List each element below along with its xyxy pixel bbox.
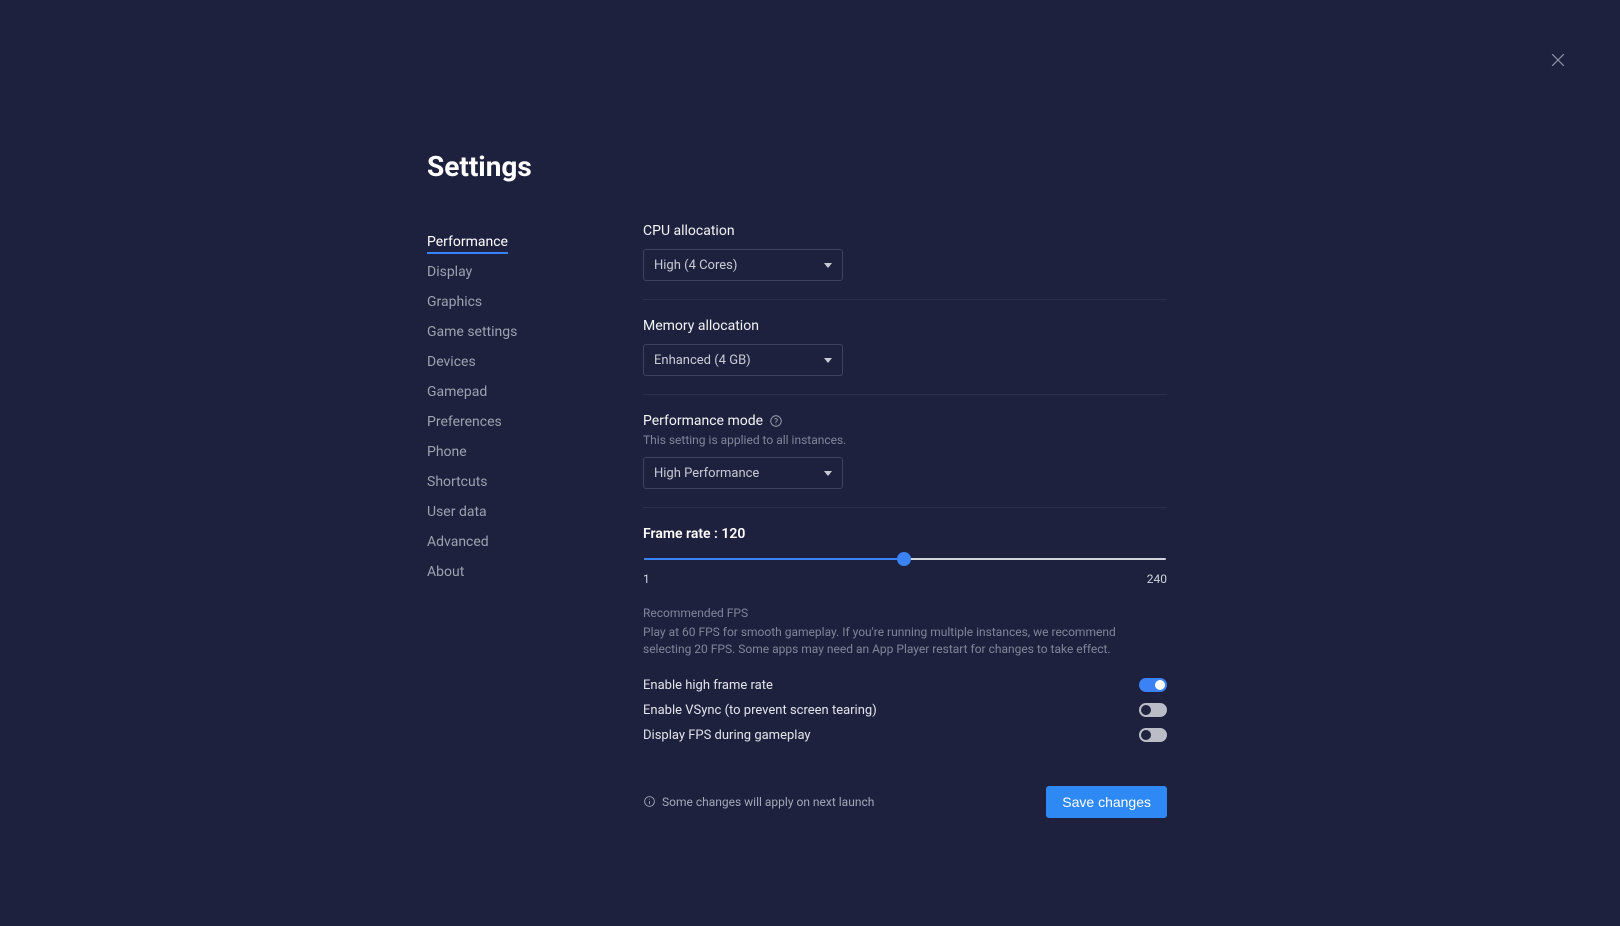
toggle-high-fps[interactable] [1139,678,1167,692]
sidebar-item-about[interactable]: About [427,557,643,587]
performance-mode-label-text: Performance mode [643,413,763,429]
toggle-label-vsync: Enable VSync (to prevent screen tearing) [643,703,877,718]
help-icon[interactable] [769,414,783,428]
recommended-fps-heading: Recommended FPS [643,606,1167,620]
frame-rate-section: Frame rate : 120 1 240 Recommended FPS P… [643,526,1167,836]
sidebar-item-game-settings[interactable]: Game settings [427,317,643,347]
performance-mode-label: Performance mode [643,413,1167,429]
sidebar-item-label: Game settings [427,324,517,340]
sidebar-item-label: Advanced [427,534,489,550]
memory-allocation-value: Enhanced (4 GB) [654,353,751,368]
toggle-label-high-fps: Enable high frame rate [643,678,773,693]
caret-down-icon [824,358,832,363]
sidebar-item-label: About [427,564,464,580]
sidebar-item-preferences[interactable]: Preferences [427,407,643,437]
page-title: Settings [427,150,1167,183]
memory-allocation-section: Memory allocation Enhanced (4 GB) [643,318,1167,395]
performance-mode-value: High Performance [654,466,759,481]
sidebar-item-devices[interactable]: Devices [427,347,643,377]
settings-sidebar: Performance Display Graphics Game settin… [427,223,643,854]
sidebar-item-label: Performance [427,234,508,254]
memory-allocation-select[interactable]: Enhanced (4 GB) [643,344,843,376]
sidebar-item-gamepad[interactable]: Gamepad [427,377,643,407]
info-icon [643,795,656,808]
toggle-label-show-fps: Display FPS during gameplay [643,728,811,743]
footer-note-text: Some changes will apply on next launch [662,795,874,809]
cpu-allocation-section: CPU allocation High (4 Cores) [643,223,1167,300]
caret-down-icon [824,263,832,268]
frame-rate-label-prefix: Frame rate : [643,526,721,542]
sidebar-item-phone[interactable]: Phone [427,437,643,467]
performance-mode-sublabel: This setting is applied to all instances… [643,433,1167,447]
frame-rate-slider[interactable] [644,552,1166,566]
toggle-show-fps[interactable] [1139,728,1167,742]
performance-mode-section: Performance mode This setting is applied… [643,413,1167,508]
sidebar-item-label: Display [427,264,472,280]
cpu-allocation-value: High (4 Cores) [654,258,737,273]
slider-fill [644,558,904,560]
frame-rate-min: 1 [643,572,650,586]
sidebar-item-label: Gamepad [427,384,487,400]
sidebar-item-advanced[interactable]: Advanced [427,527,643,557]
frame-rate-value: 120 [721,526,745,542]
sidebar-item-label: Preferences [427,414,502,430]
toggle-row-high-fps: Enable high frame rate [643,673,1167,698]
slider-thumb[interactable] [897,552,911,566]
toggle-vsync[interactable] [1139,703,1167,717]
memory-allocation-label: Memory allocation [643,318,1167,334]
caret-down-icon [824,471,832,476]
sidebar-item-label: Shortcuts [427,474,488,490]
sidebar-item-display[interactable]: Display [427,257,643,287]
save-changes-button[interactable]: Save changes [1046,786,1167,818]
sidebar-item-label: Devices [427,354,476,370]
performance-mode-select[interactable]: High Performance [643,457,843,489]
settings-content: CPU allocation High (4 Cores) Memory all… [643,223,1167,854]
sidebar-item-shortcuts[interactable]: Shortcuts [427,467,643,497]
recommended-fps-body: Play at 60 FPS for smooth gameplay. If y… [643,624,1167,659]
footer-note: Some changes will apply on next launch [643,795,874,809]
sidebar-item-label: Phone [427,444,467,460]
cpu-allocation-label: CPU allocation [643,223,1167,239]
sidebar-item-graphics[interactable]: Graphics [427,287,643,317]
toggle-row-show-fps: Display FPS during gameplay [643,723,1167,748]
cpu-allocation-select[interactable]: High (4 Cores) [643,249,843,281]
sidebar-item-label: User data [427,504,487,520]
sidebar-item-user-data[interactable]: User data [427,497,643,527]
frame-rate-label: Frame rate : 120 [643,526,1167,542]
close-icon[interactable] [1548,50,1568,70]
sidebar-item-label: Graphics [427,294,482,310]
toggle-row-vsync: Enable VSync (to prevent screen tearing) [643,698,1167,723]
sidebar-item-performance[interactable]: Performance [427,227,643,257]
frame-rate-max: 240 [1147,572,1167,586]
